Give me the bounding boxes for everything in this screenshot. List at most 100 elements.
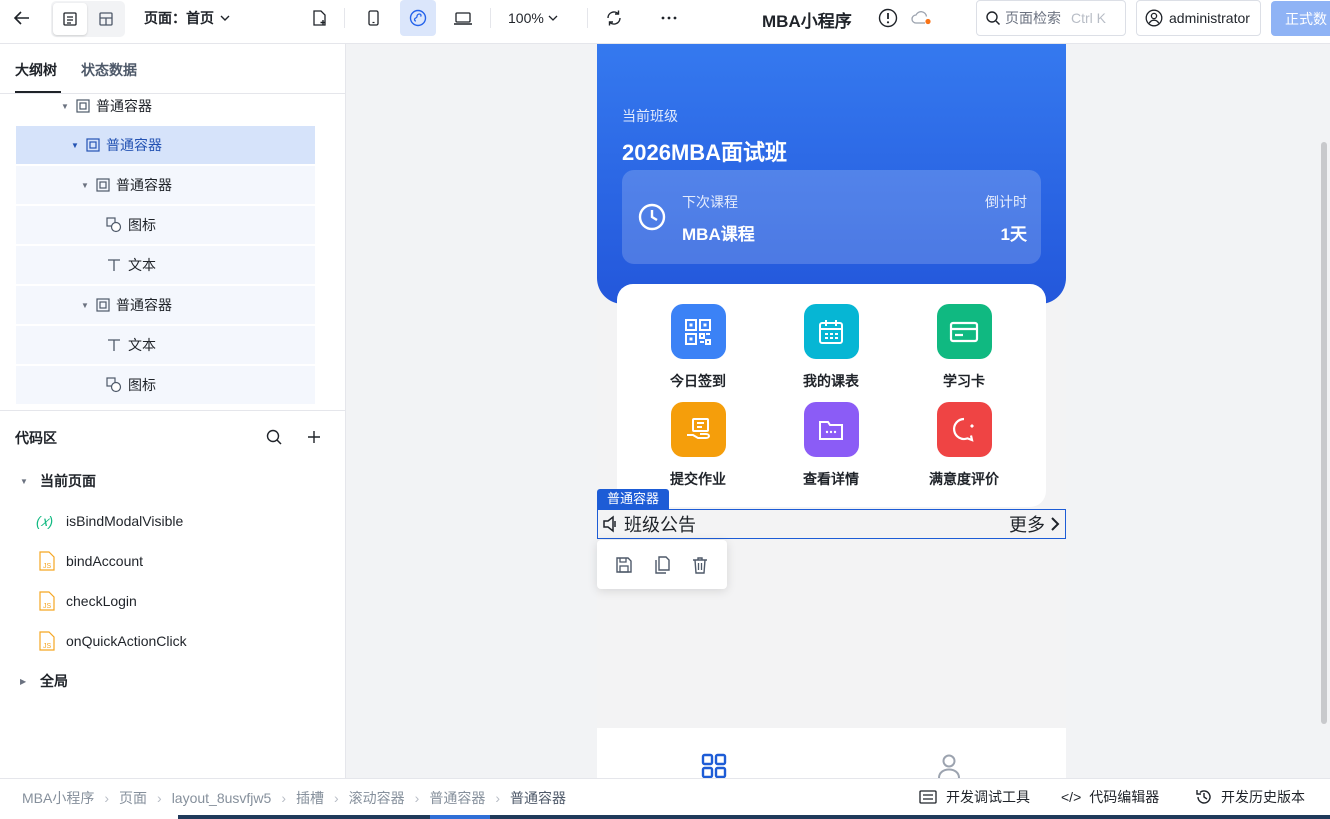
class-name: 2026MBA面试班 [622,140,788,165]
desktop-device-icon[interactable] [445,0,481,36]
action-label: 满意度评价 [929,471,999,487]
notice-more-label: 更多 [1009,515,1045,535]
tree-node-label: 文本 [128,257,156,273]
left-panel: 大纲树 状态数据 ▼ 普通容器 ▼ 普通容器 ▼ 普通容器 图标 文本 ▼ 普通… [0,44,346,778]
clock-icon [638,203,666,231]
zoom-selector[interactable]: 100% [508,0,558,36]
grid-tab-icon[interactable] [701,753,727,778]
mobile-device-icon[interactable] [355,0,391,36]
code-item-label: isBindModalVisible [66,513,184,529]
add-page-icon[interactable] [301,0,337,36]
code-item-function[interactable]: JS checkLogin [38,590,137,612]
canvas-scrollbar[interactable] [1318,44,1330,778]
tree-node-label: 文本 [128,337,156,353]
cloud-sync-icon[interactable] [910,10,934,26]
action-satisfaction-rating[interactable]: 满意度评价 [904,402,1024,489]
breadcrumb-item[interactable]: layout_8usvfjw5 [172,790,272,806]
breadcrumb-item[interactable]: 普通容器 [510,788,566,808]
code-group-current-page[interactable]: ▼ 当前页面 [20,470,96,492]
view-toggle [51,1,125,37]
breadcrumb-item[interactable]: MBA小程序 [22,788,94,808]
countdown-value: 1天 [1000,225,1027,244]
tree-node-icon[interactable]: 图标 [16,206,315,244]
tree-node-label: 普通容器 [96,98,152,114]
breadcrumb-item[interactable]: 滚动容器 [349,788,405,808]
tree-node-container[interactable]: ▼ 普通容器 [16,95,315,125]
miniprogram-device-icon[interactable] [400,0,436,36]
container-icon [76,99,90,113]
copy-icon[interactable] [653,555,671,574]
action-submit-homework[interactable]: 提交作业 [638,402,758,489]
container-selection-tag: 普通容器 [597,489,670,509]
container-icon [86,138,100,152]
notice-more-link[interactable]: 更多 [1009,511,1061,537]
action-checkin[interactable]: 今日签到 [638,304,758,391]
submit-icon [670,402,726,457]
action-study-card[interactable]: 学习卡 [904,304,1024,391]
tree-node-container[interactable]: ▼ 普通容器 [16,286,315,324]
action-view-details[interactable]: 查看详情 [771,402,891,489]
tab-outline-tree[interactable]: 大纲树 [15,60,57,80]
action-schedule[interactable]: 我的课表 [771,304,891,391]
save-icon[interactable] [615,556,633,574]
taskbar-active-strip [430,815,490,819]
code-item-label: checkLogin [66,593,137,609]
action-label: 提交作业 [670,471,726,487]
class-notice-bar[interactable]: 班级公告 更多 [597,509,1066,539]
code-item-variable[interactable]: (𝑥) isBindModalVisible [36,510,183,532]
tab-indicator [15,91,61,93]
code-item-function[interactable]: JS onQuickActionClick [38,630,187,652]
tree-node-text[interactable]: 文本 [16,246,315,284]
info-icon[interactable] [878,8,898,28]
search-shortcut: Ctrl K [1071,10,1106,26]
action-label: 查看详情 [803,471,859,487]
breadcrumb-item[interactable]: 普通容器 [429,788,485,808]
outline-view-icon[interactable] [53,3,87,35]
tree-node-container[interactable]: ▼ 普通容器 [16,166,315,204]
next-course-card[interactable]: 下次课程 MBA课程 倒计时 1天 [622,170,1041,264]
tree-node-container-selected[interactable]: ▼ 普通容器 [16,126,315,164]
svg-text:JS: JS [43,603,52,610]
tree-node-icon[interactable]: 图标 [16,366,315,404]
layout-view-icon[interactable] [89,3,123,35]
tab-state-data[interactable]: 状态数据 [81,60,137,80]
search-icon[interactable] [265,428,283,446]
breadcrumb-item[interactable]: 页面 [119,788,147,808]
code-item-label: bindAccount [66,553,144,569]
code-editor-label: 代码编辑器 [1089,789,1160,805]
back-arrow-icon[interactable] [4,0,40,36]
publish-button[interactable]: 正式数 [1271,1,1330,36]
svg-text:JS: JS [43,643,52,650]
code-editor-button[interactable]: </> 代码编辑器 [1061,787,1159,807]
speaker-icon [603,515,616,533]
refresh-icon[interactable] [596,0,632,36]
taskbar-strip [178,815,1330,819]
app-title: MBA小程序 [762,11,852,31]
profile-tab-icon[interactable] [936,753,962,778]
dev-tools-button[interactable]: 开发调试工具 [918,787,1030,807]
outline-tree: ▼ 普通容器 ▼ 普通容器 ▼ 普通容器 图标 文本 ▼ 普通容器 文本 图标 [0,95,345,411]
scrollbar-thumb[interactable] [1321,142,1327,724]
page-search-input[interactable]: 页面检索 Ctrl K [976,0,1126,36]
chevron-down-icon [548,15,558,21]
user-menu[interactable]: administrator [1136,0,1261,36]
breadcrumb-item[interactable]: 插槽 [296,788,324,808]
folder-icon [803,402,859,457]
delete-icon[interactable] [691,556,709,574]
tree-node-text[interactable]: 文本 [16,326,315,364]
design-canvas: 当前班级 2026MBA面试班 下次课程 MBA课程 倒计时 1天 今日签到 我… [346,44,1330,778]
status-bar: MBA小程序 › 页面 › layout_8usvfjw5 › 插槽 › 滚动容器 › 普… [0,778,1330,819]
next-course-value: MBA课程 [682,225,755,244]
shapes-icon [106,217,122,233]
svg-text:JS: JS [43,563,52,570]
more-icon[interactable] [651,0,687,36]
container-icon [96,298,110,312]
code-item-function[interactable]: JS bindAccount [38,550,143,572]
code-group-global[interactable]: ▶ 全局 [20,670,68,692]
page-selector[interactable]: 页面：首页 [144,0,230,36]
add-icon[interactable] [306,428,322,446]
history-button[interactable]: 开发历史版本 [1195,787,1305,807]
text-type-icon [108,259,120,271]
class-header: 当前班级 2026MBA面试班 下次课程 MBA课程 倒计时 1天 [597,44,1066,304]
bottom-tab-bar [597,728,1066,778]
